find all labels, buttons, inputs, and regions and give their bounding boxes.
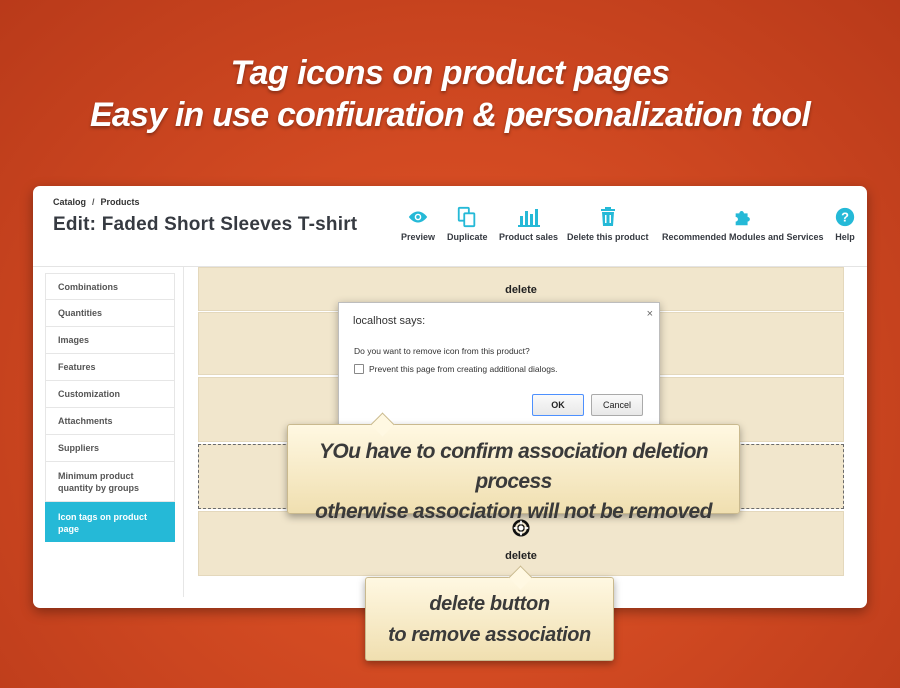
- recommended-modules-label: Recommended Modules and Services: [662, 232, 824, 242]
- delete-link-top[interactable]: delete: [199, 284, 843, 296]
- trash-icon: [567, 206, 649, 228]
- delete-product-button[interactable]: Delete this product: [567, 206, 649, 242]
- breadcrumb-products[interactable]: Products: [101, 197, 140, 207]
- product-sidebar: Combinations Quantities Images Features …: [45, 273, 175, 542]
- delete-callout-line-1: delete button: [429, 593, 550, 615]
- confirm-callout-line-2: otherwise association will not be remove…: [315, 500, 712, 523]
- prevent-dialogs-checkbox[interactable]: Prevent this page from creating addition…: [354, 364, 558, 374]
- sidebar-item-quantities[interactable]: Quantities: [45, 300, 175, 327]
- copy-icon: [447, 206, 488, 228]
- sidebar-item-customization[interactable]: Customization: [45, 381, 175, 408]
- dialog-message: Do you want to remove icon from this pro…: [354, 346, 530, 356]
- help-icon: ?: [834, 206, 856, 228]
- bar-chart-icon: [499, 206, 558, 228]
- close-icon[interactable]: ×: [647, 308, 653, 320]
- preview-label: Preview: [401, 232, 436, 242]
- ok-button[interactable]: OK: [532, 394, 584, 416]
- sidebar-item-attachments[interactable]: Attachments: [45, 408, 175, 435]
- delete-product-label: Delete this product: [567, 232, 649, 242]
- sidebar-item-minimum-quantity[interactable]: Minimum product quantity by groups: [45, 462, 175, 502]
- checkbox-label: Prevent this page from creating addition…: [369, 364, 558, 374]
- breadcrumb-catalog[interactable]: Catalog: [53, 197, 86, 207]
- sidebar-item-combinations[interactable]: Combinations: [45, 273, 175, 300]
- checkbox-box[interactable]: [354, 364, 364, 374]
- puzzle-icon: [662, 206, 824, 228]
- sidebar-item-suppliers[interactable]: Suppliers: [45, 435, 175, 462]
- confirm-callout-text: YOu have to confirm association deletion…: [288, 425, 739, 527]
- delete-callout-text: delete button to remove association: [366, 578, 613, 651]
- sidebar-item-images[interactable]: Images: [45, 327, 175, 354]
- delete-callout-line-2: to remove association: [388, 624, 591, 646]
- product-sales-button[interactable]: Product sales: [499, 206, 558, 242]
- breadcrumb-separator: /: [92, 197, 95, 207]
- product-sales-label: Product sales: [499, 232, 559, 242]
- page-title: Edit: Faded Short Sleeves T-shirt: [53, 214, 358, 235]
- admin-panel: Catalog / Products Edit: Faded Short Sleev…: [33, 186, 867, 608]
- headline-line-2: Easy in use confiuration & personalizati…: [90, 96, 811, 134]
- confirm-dialog: localhost says: × Do you want to remove …: [338, 302, 660, 432]
- svg-text:?: ?: [841, 210, 849, 225]
- eye-icon: [401, 206, 435, 228]
- duplicate-label: Duplicate: [447, 232, 488, 242]
- breadcrumb: Catalog / Products: [53, 197, 140, 207]
- sidebar-item-features[interactable]: Features: [45, 354, 175, 381]
- preview-button[interactable]: Preview: [401, 206, 435, 242]
- confirm-callout-line-1: YOu have to confirm association deletion…: [318, 440, 709, 493]
- sidebar-item-icon-tags[interactable]: Icon tags on product page: [45, 502, 175, 542]
- headline: Tag icons on product pages Easy in use c…: [0, 52, 900, 136]
- duplicate-button[interactable]: Duplicate: [447, 206, 488, 242]
- headline-line-1: Tag icons on product pages: [230, 54, 670, 92]
- dialog-title: localhost says:: [353, 315, 426, 327]
- help-button[interactable]: ? Help: [834, 206, 856, 242]
- confirm-callout: YOu have to confirm association deletion…: [287, 412, 740, 523]
- recommended-modules-button[interactable]: Recommended Modules and Services: [662, 206, 824, 242]
- delete-callout: delete button to remove association: [365, 565, 614, 661]
- cancel-button[interactable]: Cancel: [591, 394, 643, 416]
- delete-link-bottom[interactable]: delete: [199, 550, 843, 562]
- help-label: Help: [835, 232, 855, 242]
